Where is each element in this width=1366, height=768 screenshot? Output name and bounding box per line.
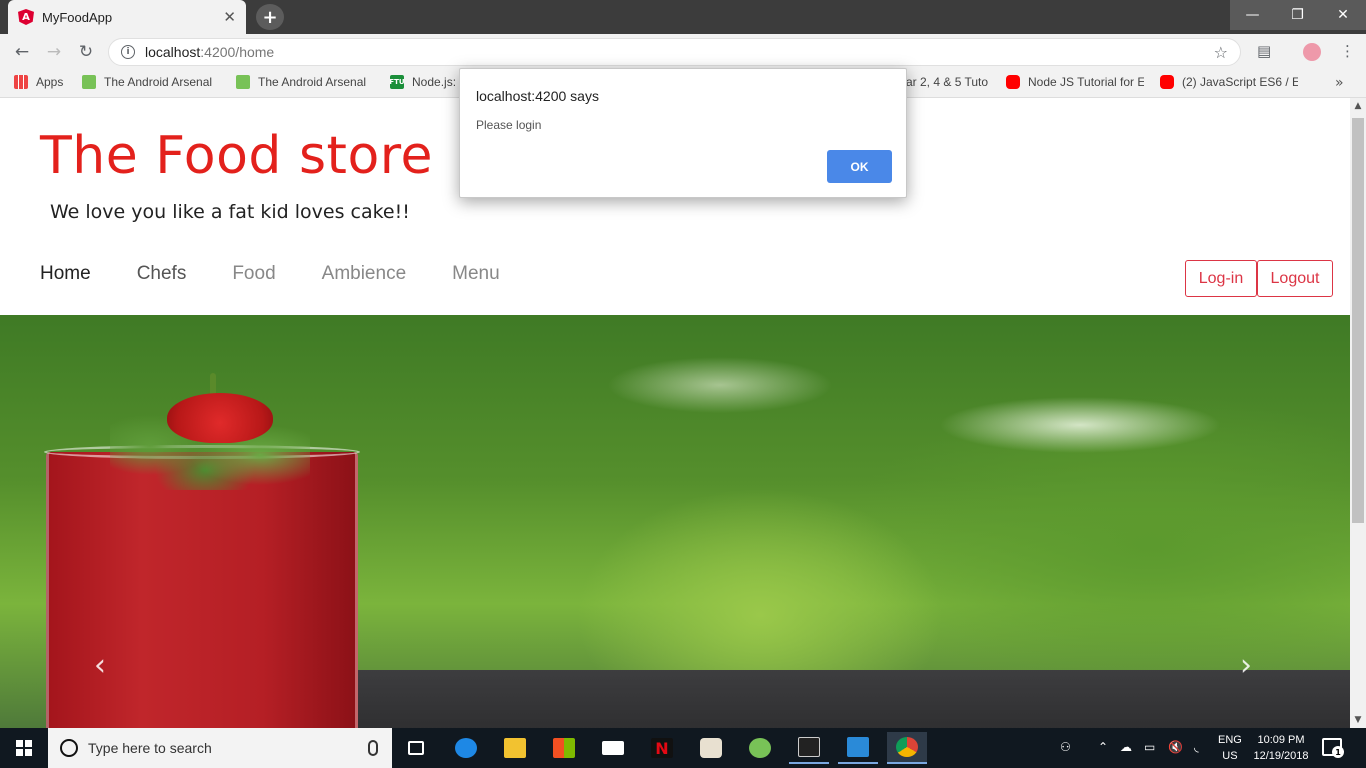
maximize-button[interactable]: ❐ [1275,0,1320,30]
volume-muted-icon[interactable]: 🔇 [1168,740,1183,754]
bookmark-javascript-es6[interactable]: (2) JavaScript ES6 / E [1160,75,1298,89]
nav-home[interactable]: Home [40,263,91,285]
menu-kebab-icon[interactable]: ⋮ [1340,42,1355,60]
ftu-icon: FTU [390,75,405,89]
scrollbar-thumb[interactable] [1352,118,1364,523]
nav-chefs[interactable]: Chefs [137,263,187,285]
vscode-icon[interactable] [838,732,878,764]
carousel-prev-icon[interactable]: ‹ [80,645,120,685]
scroll-up-icon[interactable]: ▲ [1350,98,1366,114]
bookmark-node-tutorial[interactable]: Node JS Tutorial for E [1006,75,1144,89]
back-icon[interactable]: ← [11,41,33,63]
start-button[interactable] [0,728,48,768]
edge-icon[interactable] [446,732,486,764]
new-tab-button[interactable]: + [256,4,284,30]
browser-toolbar: ← → ↻ i localhost:4200/home ☆ ▤ ⋮ [0,34,1366,70]
forward-icon[interactable]: → [43,41,65,63]
angular-favicon-icon: A [18,9,34,25]
show-hidden-icons-icon[interactable]: ⌃ [1098,740,1108,754]
command-prompt-icon[interactable] [789,732,829,764]
youtube-icon [1006,75,1020,89]
file-explorer-icon[interactable] [495,732,535,764]
url-text[interactable]: localhost:4200/home [145,44,1214,60]
youtube-icon [1160,75,1174,89]
extension-icon[interactable]: ▤ [1257,42,1271,60]
windows-logo-icon [16,740,32,756]
dialog-message: Please login [476,118,542,132]
browser-titlebar: A MyFoodApp ✕ + — ❐ ✕ [0,0,1366,34]
close-window-button[interactable]: ✕ [1320,0,1366,30]
battery-icon[interactable]: ▭ [1144,740,1155,754]
site-info-icon[interactable]: i [121,45,135,59]
reload-icon[interactable]: ↻ [75,41,97,63]
input-language[interactable]: ENG US [1218,732,1242,764]
microphone-icon[interactable] [368,740,378,756]
netflix-icon[interactable]: N [642,732,682,764]
system-clock[interactable]: 10:09 PM 12/19/2018 [1250,732,1312,764]
smoothie-glass-image [46,452,358,728]
store-icon[interactable] [544,732,584,764]
address-bar[interactable]: i localhost:4200/home ☆ [108,38,1241,66]
page-scrollbar[interactable]: ▲ ▼ [1350,98,1366,728]
tab-title: MyFoodApp [42,9,113,25]
logout-button[interactable]: Logout [1257,260,1333,297]
bookmark-angular-tutorial[interactable]: ar 2, 4 & 5 Tuto [906,75,992,89]
people-icon[interactable]: ⚇ [1060,740,1071,754]
bookmarks-overflow-icon[interactable]: » [1335,75,1344,91]
scroll-down-icon[interactable]: ▼ [1350,712,1366,728]
bookmark-star-icon[interactable]: ☆ [1214,43,1228,62]
alert-dialog: localhost:4200 says Please login OK [459,68,907,198]
strawberry-image [167,393,273,443]
chrome-icon[interactable] [887,732,927,764]
android-icon [236,75,250,89]
apps-grid-icon [14,75,28,89]
bookmark-android-arsenal-2[interactable]: The Android Arsenal [236,75,376,89]
nav-food[interactable]: Food [232,263,275,285]
bookmark-android-arsenal-1[interactable]: The Android Arsenal [82,75,222,89]
browser-tab[interactable]: A MyFoodApp ✕ [8,0,246,34]
minimize-button[interactable]: — [1230,0,1275,30]
site-tagline: We love you like a fat kid loves cake!! [50,201,410,223]
nav-ambience[interactable]: Ambience [322,263,407,285]
dialog-ok-button[interactable]: OK [827,150,892,183]
cloud-icon[interactable]: ☁ [1120,740,1132,754]
main-nav: Home Chefs Food Ambience Menu [40,263,546,285]
taskbar-search-placeholder: Type here to search [88,740,212,756]
bookmark-nodejs[interactable]: FTU Node.js: [390,75,456,89]
popcorn-time-icon[interactable] [691,732,731,764]
login-button[interactable]: Log-in [1185,260,1257,297]
wifi-icon[interactable]: ◟ [1194,740,1199,754]
notification-badge: 1 [1332,746,1344,758]
bookmark-apps[interactable]: Apps [14,75,63,89]
android-studio-icon[interactable] [740,732,780,764]
cortana-icon [60,739,78,757]
nav-menu[interactable]: Menu [452,263,500,285]
hero-table-surface [324,670,1350,728]
taskbar-search[interactable]: Type here to search [48,728,392,768]
windows-taskbar: Type here to search N ⚇ ⌃ ☁ ▭ 🔇 ◟ ENG US … [0,728,1366,768]
site-title: The Food store [40,126,433,186]
mail-icon[interactable] [593,732,633,764]
android-icon [82,75,96,89]
profile-avatar-icon[interactable] [1303,43,1321,61]
hero-carousel: ‹ › [0,315,1350,728]
dialog-title: localhost:4200 says [476,88,599,104]
action-center-icon[interactable]: 1 [1322,738,1344,758]
task-view-icon[interactable] [396,732,436,764]
tab-close-icon[interactable]: ✕ [223,8,236,26]
carousel-next-icon[interactable]: › [1226,645,1266,685]
